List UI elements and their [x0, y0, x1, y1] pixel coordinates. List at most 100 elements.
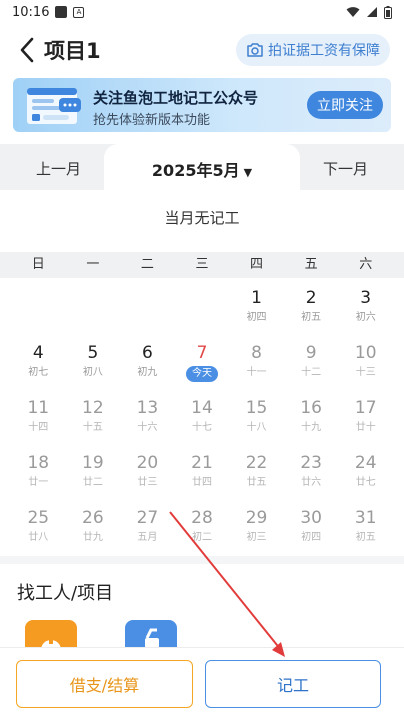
banner-title: 关注鱼泡工地记工公众号	[93, 89, 259, 107]
calendar-day[interactable]: 16 十九	[284, 392, 339, 447]
wifi-icon	[346, 7, 360, 17]
calendar-day[interactable]: 23 廿六	[284, 447, 339, 502]
camera-icon	[247, 43, 263, 57]
borrow-settle-button[interactable]: 借支/结算	[16, 660, 193, 708]
day-number: 6	[142, 343, 153, 363]
day-number: 28	[191, 508, 213, 528]
lunar-date: 廿八	[28, 532, 49, 543]
calendar-day[interactable]: 24 廿七	[338, 447, 393, 502]
calendar-day[interactable]: 12 十五	[66, 392, 121, 447]
find-section-title: 找工人/项目	[17, 583, 114, 604]
day-number: 5	[87, 343, 99, 363]
calendar-day[interactable]: 10 十三	[338, 337, 393, 392]
bottom-action-bar: 借支/结算 记工	[0, 647, 404, 720]
calendar-day[interactable]: 18 廿一	[11, 447, 66, 502]
calendar-day[interactable]: 28 初二	[175, 502, 230, 557]
day-number: 11	[27, 398, 50, 418]
calendar-day[interactable]: 29 初三	[229, 502, 284, 557]
lunar-date: 初七	[28, 367, 49, 378]
calendar-day[interactable]: 15 十八	[229, 392, 284, 447]
calendar-day[interactable]: 25 廿八	[11, 502, 66, 557]
calendar-day[interactable]: 8 十一	[229, 337, 284, 392]
day-number: 23	[300, 453, 322, 473]
day-number: 10	[354, 343, 377, 363]
lunar-date: 廿九	[82, 532, 103, 543]
calendar-day[interactable]: 17 廿十	[338, 392, 393, 447]
wechat-account-illustration	[27, 88, 81, 124]
day-number: 13	[136, 398, 159, 418]
day-number: 3	[360, 288, 372, 308]
weekday-label: 日	[31, 257, 45, 272]
calendar-day[interactable]: 1 初四	[229, 282, 284, 337]
calendar-day[interactable]: 2 初五	[284, 282, 339, 337]
calendar-empty-cell	[120, 282, 175, 337]
month-nav: 上一月 2025年5月 ▼ 下一月	[0, 144, 404, 190]
calendar-day-today[interactable]: 7 今天	[175, 337, 230, 392]
lunar-date: 初四	[301, 532, 322, 543]
page-title: 项目1	[44, 39, 101, 63]
calendar-day[interactable]: 26 廿九	[66, 502, 121, 557]
notification-icon	[55, 6, 68, 18]
calendar-grid: 1 初四 2 初五 3 初六 4 初七 5 初八 6 初九 7 今天 8 十一 9 十二 10 十三 11 十四 12 十五 1…	[11, 282, 393, 557]
lunar-date: 廿二	[82, 477, 103, 488]
day-number: 22	[245, 453, 268, 473]
calendar-day[interactable]: 3 初六	[338, 282, 393, 337]
today-badge: 今天	[185, 366, 218, 382]
calendar-day[interactable]: 13 十六	[120, 392, 175, 447]
lunar-date: 初二	[191, 532, 212, 543]
back-button[interactable]	[10, 30, 44, 70]
calendar-day[interactable]: 6 初九	[120, 337, 175, 392]
status-left: 10:16 A	[12, 4, 85, 20]
calendar-day[interactable]: 5 初八	[66, 337, 121, 392]
weekday-label: 二	[140, 257, 154, 272]
lunar-date: 十七	[191, 422, 212, 433]
day-number: 18	[27, 453, 50, 473]
status-time: 10:16	[12, 4, 50, 20]
lunar-date: 初三	[246, 532, 267, 543]
calendar-day[interactable]: 4 初七	[11, 337, 66, 392]
next-month-button[interactable]: 下一月	[323, 158, 368, 179]
day-number: 12	[82, 398, 104, 418]
day-number: 24	[354, 453, 377, 473]
record-work-button[interactable]: 记工	[205, 660, 381, 708]
calendar-empty-cell	[175, 282, 230, 337]
calendar-day[interactable]: 9 十二	[284, 337, 339, 392]
section-divider	[0, 556, 404, 564]
weekday-label: 六	[359, 257, 373, 272]
day-number: 14	[191, 398, 213, 418]
banner-subtitle: 抢先体验新版本功能	[93, 113, 211, 128]
day-number: 27	[136, 508, 159, 528]
weekday-label: 一	[86, 257, 100, 272]
lunar-date: 廿七	[355, 477, 376, 488]
calendar-day[interactable]: 19 廿二	[66, 447, 121, 502]
calendar-day[interactable]: 20 廿三	[120, 447, 175, 502]
evidence-button[interactable]: 拍证据工资有保障	[236, 34, 390, 66]
calendar-day[interactable]: 30 初四	[284, 502, 339, 557]
lunar-date: 廿三	[137, 477, 158, 488]
lunar-date: 五月	[137, 532, 158, 543]
header: 项目1 拍证据工资有保障	[0, 26, 404, 74]
promo-banner[interactable]: 关注鱼泡工地记工公众号 抢先体验新版本功能 立即关注	[13, 78, 391, 132]
calendar-day[interactable]: 11 十四	[11, 392, 66, 447]
day-number: 25	[27, 508, 50, 528]
day-number: 9	[305, 343, 317, 363]
signal-icon	[367, 7, 377, 17]
day-number: 1	[251, 288, 262, 308]
calendar-day[interactable]: 31 初五	[338, 502, 393, 557]
status-bar: 10:16 A	[0, 0, 404, 24]
day-number: 31	[354, 508, 377, 528]
calendar-day[interactable]: 27 五月	[120, 502, 175, 557]
weekday-header: 日 一 二 三 四 五 六	[0, 252, 404, 278]
evidence-button-label: 拍证据工资有保障	[268, 43, 380, 59]
lunar-date: 十五	[82, 422, 103, 433]
lunar-date: 初五	[301, 312, 322, 323]
day-number: 17	[354, 398, 377, 418]
no-record-text: 当月无记工	[164, 209, 240, 227]
day-number: 7	[196, 343, 208, 363]
calendar-day[interactable]: 14 十七	[175, 392, 230, 447]
follow-button[interactable]: 立即关注	[307, 91, 383, 119]
chevron-left-icon	[20, 37, 34, 63]
calendar-empty-cell	[11, 282, 66, 337]
calendar-day[interactable]: 22 廿五	[229, 447, 284, 502]
calendar-day[interactable]: 21 廿四	[175, 447, 230, 502]
